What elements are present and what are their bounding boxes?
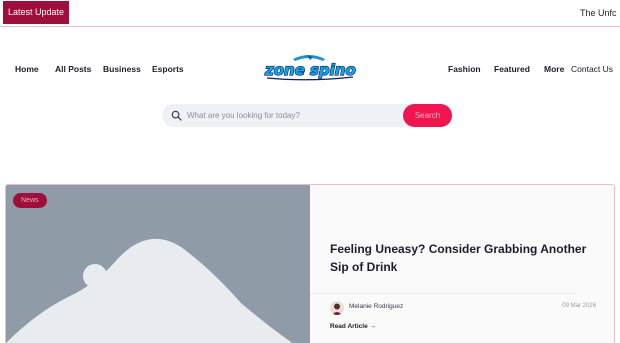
search-icon (171, 110, 182, 121)
logo-graphic: zone spino (263, 55, 356, 81)
search-button[interactable]: Search (403, 104, 452, 127)
nav-more[interactable]: More (544, 58, 564, 80)
search-input[interactable] (187, 104, 397, 127)
search-bar: Search (162, 104, 452, 127)
image-placeholder-icon (6, 185, 310, 343)
nav-featured[interactable]: Featured (494, 58, 530, 80)
nav-all-posts[interactable]: All Posts (55, 58, 91, 80)
category-badge[interactable]: News (13, 193, 47, 208)
site-logo[interactable]: zone spino (263, 53, 356, 82)
article-meta: Melanie Rodriguez 09 Mar 2026 (330, 301, 600, 317)
news-ticker[interactable]: The Unfc (580, 0, 620, 27)
meta-divider (310, 293, 576, 294)
nav-contact-us[interactable]: Contact Us (571, 58, 613, 80)
latest-update-button[interactable]: Latest Update (3, 1, 69, 24)
author-avatar (330, 301, 344, 315)
logo-text-spino: spino (310, 61, 356, 79)
featured-article-card[interactable]: News Feeling Uneasy? Consider Grabbing A… (5, 184, 615, 343)
article-image-placeholder[interactable]: News (6, 185, 310, 343)
read-article-link[interactable]: Read Article → (330, 323, 376, 330)
top-bar: Latest Update The Unfc (0, 0, 620, 27)
author-name[interactable]: Melanie Rodriguez (349, 303, 403, 310)
nav-fashion[interactable]: Fashion (448, 58, 481, 80)
publish-date: 09 Mar 2026 (562, 303, 596, 309)
article-body: Feeling Uneasy? Consider Grabbing Anothe… (310, 185, 614, 343)
nav-business[interactable]: Business (103, 58, 141, 80)
logo-text-zone: zone (264, 61, 305, 79)
article-title[interactable]: Feeling Uneasy? Consider Grabbing Anothe… (330, 240, 600, 276)
nav-home[interactable]: Home (15, 58, 39, 80)
nav-esports[interactable]: Esports (152, 58, 184, 80)
